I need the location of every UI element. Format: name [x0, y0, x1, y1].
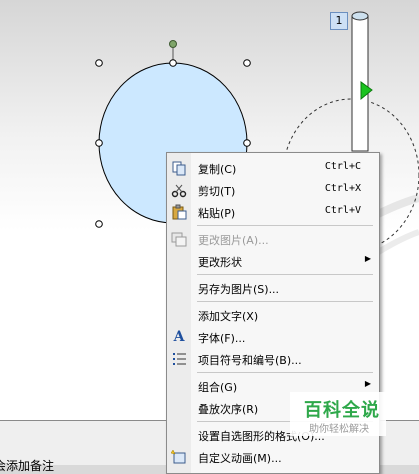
menu-separator — [197, 372, 373, 373]
watermark: 百科全说 助你轻松解决 — [290, 392, 386, 436]
resize-handle-n — [169, 59, 177, 67]
submenu-arrow-icon: ▶ — [364, 379, 371, 388]
menu-item-copy[interactable]: 复制(C) Ctrl+C — [167, 157, 379, 179]
menu-separator — [197, 225, 373, 226]
menu-separator — [197, 274, 373, 275]
resize-handle-w — [95, 139, 103, 147]
copy-icon — [171, 160, 187, 176]
watermark-subtitle: 助你轻松解决 — [309, 424, 369, 435]
cut-icon — [171, 182, 187, 198]
resize-handle-nw — [95, 59, 103, 67]
resize-handle-ne — [243, 59, 251, 67]
bullets-icon — [171, 351, 187, 367]
menu-separator — [197, 301, 373, 302]
resize-handle-sw — [95, 220, 103, 228]
menu-item-paste[interactable]: 粘贴(P) Ctrl+V — [167, 201, 379, 223]
menu-item-change-picture[interactable]: 更改图片(A)... — [167, 228, 379, 250]
menu-item-custom-animation[interactable]: 自定义动画(M)... — [167, 446, 379, 468]
menu-item-save-as-picture[interactable]: 另存为图片(S)... — [167, 277, 379, 299]
animation-order-badge: 1 — [330, 12, 348, 30]
menu-item-change-shape[interactable]: 更改形状 ▶ — [167, 250, 379, 272]
rotation-handle — [169, 40, 177, 48]
submenu-arrow-icon: ▶ — [364, 254, 371, 263]
cylinder-top — [351, 11, 369, 21]
custom-animation-icon — [170, 449, 187, 465]
resize-handle-e — [243, 139, 251, 147]
notes-placeholder: 会添加备注 — [0, 459, 55, 473]
cylinder-body — [351, 15, 369, 152]
paste-icon — [171, 204, 187, 220]
menu-item-cut[interactable]: 剪切(T) Ctrl+X — [167, 179, 379, 201]
menu-item-add-text[interactable]: 添加文字(X) — [167, 304, 379, 326]
menu-item-bullets-numbering[interactable]: 项目符号和编号(B)... — [167, 348, 379, 370]
change-picture-icon — [171, 231, 187, 247]
font-icon: A — [173, 329, 185, 345]
watermark-title: 百科全说 — [304, 400, 380, 421]
menu-item-font[interactable]: A 字体(F)... — [167, 326, 379, 348]
